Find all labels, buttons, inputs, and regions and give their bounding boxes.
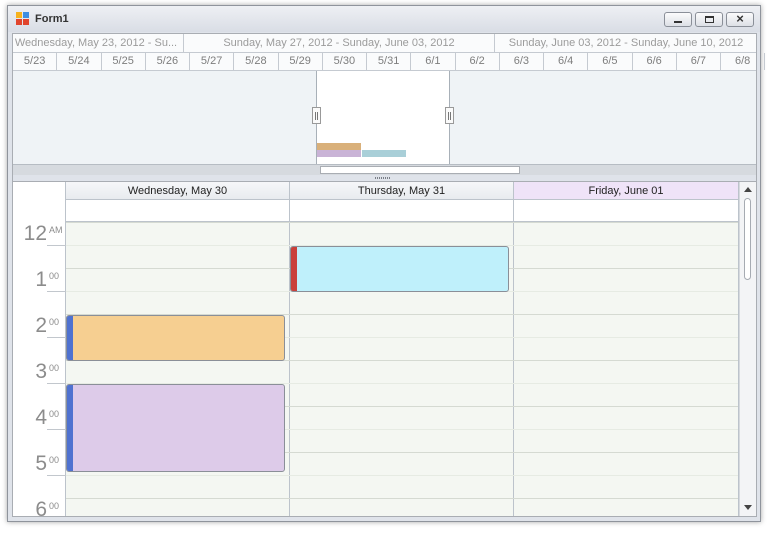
form1-window: Form1 × Wednesday, May 23, 2012 - Su... … <box>7 5 766 522</box>
day-column-friday[interactable] <box>514 222 739 516</box>
range-day-cell[interactable]: 6/5 <box>588 53 633 70</box>
minimize-button[interactable] <box>664 12 692 27</box>
appointment-status-bar <box>67 385 73 471</box>
range-day-cell[interactable]: 5/24 <box>57 53 102 70</box>
range-day-cell[interactable]: 5/25 <box>102 53 146 70</box>
range-header: Wednesday, May 23, 2012 - Su... Sunday, … <box>13 34 756 53</box>
time-ruler-tick <box>47 291 66 292</box>
range-label[interactable]: Sunday, June 03, 2012 - Sunday, June 10,… <box>495 34 757 52</box>
minimize-icon <box>674 21 682 23</box>
range-day-ruler: 5/23 5/24 5/25 5/26 5/27 5/28 5/29 5/30 5/31 6/1 6… <box>13 53 766 71</box>
all-day-area[interactable] <box>66 200 290 222</box>
range-right-grip[interactable] <box>445 107 454 124</box>
range-day-cell[interactable]: 5/26 <box>146 53 190 70</box>
range-selection[interactable] <box>316 71 450 164</box>
time-ruler-tick <box>47 475 66 476</box>
range-day-cell[interactable]: 6/3 <box>500 53 544 70</box>
appointment[interactable] <box>290 246 509 292</box>
range-label[interactable]: Wednesday, May 23, 2012 - Su... <box>9 34 184 52</box>
range-day-cell[interactable]: 5/29 <box>279 53 323 70</box>
time-ruler-tick <box>47 245 66 246</box>
app-form-icon <box>16 12 30 26</box>
time-ruler-tick <box>47 429 66 430</box>
range-day-cell[interactable]: 5/31 <box>367 53 412 70</box>
appointment-status-bar <box>67 316 73 360</box>
range-day-cell[interactable]: 6/2 <box>456 53 500 70</box>
appointment[interactable] <box>66 315 285 361</box>
maximize-icon <box>705 16 714 23</box>
hour-gridline <box>66 222 738 223</box>
range-day-cell[interactable]: 5/30 <box>323 53 367 70</box>
splitter-grip[interactable] <box>375 177 391 179</box>
vertical-scrollbar[interactable] <box>739 182 756 516</box>
all-day-area[interactable] <box>514 200 739 222</box>
scroll-down-arrow-icon[interactable] <box>744 505 752 510</box>
range-day-cell[interactable]: 5/27 <box>190 53 235 70</box>
appointment[interactable] <box>66 384 285 472</box>
range-day-cell[interactable]: 6/1 <box>411 53 456 70</box>
hour-label: 2 00 <box>35 314 60 337</box>
hour-gridline <box>66 498 738 499</box>
time-ruler-tick <box>47 383 66 384</box>
scroll-up-arrow-icon[interactable] <box>744 187 752 192</box>
title-bar[interactable]: Form1 × <box>8 6 760 32</box>
day-header-thursday[interactable]: Thursday, May 31 <box>290 182 514 200</box>
day-header-friday[interactable]: Friday, June 01 <box>514 182 739 200</box>
hour-label: 12 AM <box>23 222 63 245</box>
time-ruler-tick <box>47 337 66 338</box>
vertical-scrollbar-thumb[interactable] <box>744 198 751 280</box>
splitter[interactable] <box>13 175 756 182</box>
range-day-cell[interactable]: 5/23 <box>13 53 58 70</box>
day-header-wednesday[interactable]: Wednesday, May 30 <box>66 182 290 200</box>
maximize-button[interactable] <box>695 12 723 27</box>
all-day-area[interactable] <box>290 200 514 222</box>
range-day-cell[interactable]: 6/6 <box>633 53 677 70</box>
range-day-cell[interactable]: 6/4 <box>544 53 589 70</box>
range-scrollbar[interactable] <box>13 164 756 175</box>
range-day-cell[interactable]: 6/8 <box>721 53 766 70</box>
hour-label: 6 00 <box>35 498 60 516</box>
range-day-cell[interactable]: 6/7 <box>677 53 721 70</box>
hour-label: 4 00 <box>35 406 60 429</box>
thumbnail-appointment-marker <box>362 150 406 157</box>
thumbnail-appointment-marker <box>317 143 361 150</box>
close-icon: × <box>736 11 744 26</box>
window-title: Form1 <box>35 13 69 25</box>
range-day-cell[interactable]: 5/28 <box>234 53 279 70</box>
appointment-status-bar <box>291 247 297 291</box>
client-area: Wednesday, May 23, 2012 - Su... Sunday, … <box>12 33 766 517</box>
hour-label: 5 00 <box>35 452 60 475</box>
scheduler-day-view: Wednesday, May 30 Thursday, May 31 Frida… <box>13 182 756 516</box>
close-button[interactable]: × <box>726 12 754 27</box>
half-hour-gridline <box>66 475 738 476</box>
hour-label: 3 00 <box>35 360 60 383</box>
thumbnail-appointment-marker <box>317 150 361 157</box>
range-scrollbar-thumb[interactable] <box>320 166 520 174</box>
hour-label: 1 00 <box>35 268 60 291</box>
range-left-grip[interactable] <box>312 107 321 124</box>
range-label[interactable]: Sunday, May 27, 2012 - Sunday, June 03, … <box>184 34 495 52</box>
